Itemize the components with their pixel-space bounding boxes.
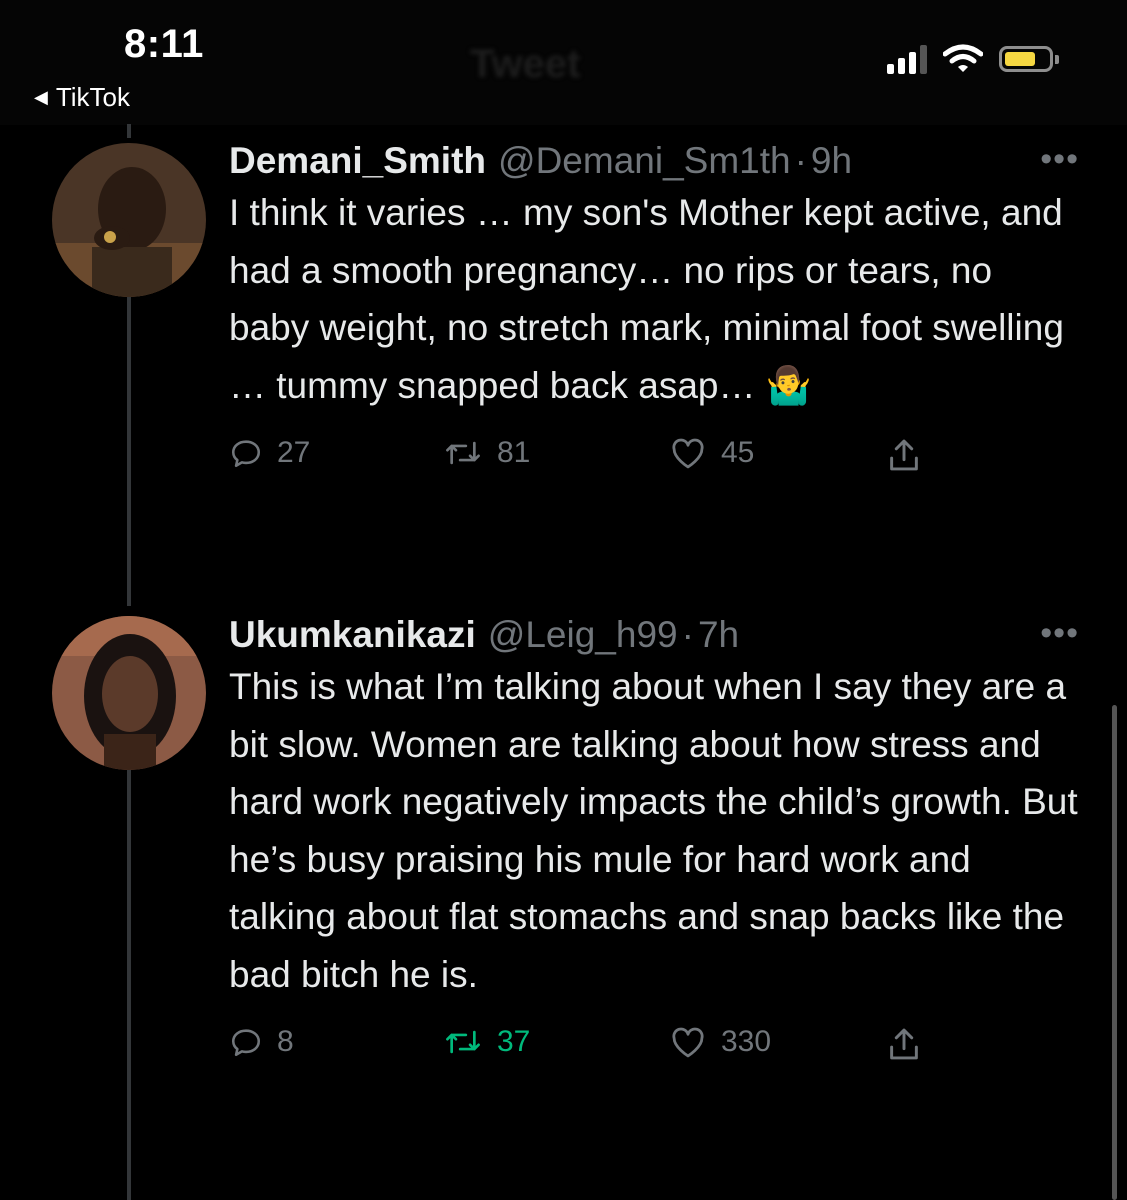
retweet-button[interactable]: 37 [443, 1025, 530, 1059]
handle[interactable]: @Demani_Sm1th [498, 140, 791, 182]
page-title: Tweet [470, 42, 581, 86]
separator-dot: · [681, 614, 694, 655]
timestamp[interactable]: 9h [811, 140, 852, 182]
thread-line [127, 758, 131, 1200]
cellular-signal-icon [887, 44, 927, 74]
scrollbar[interactable] [1112, 705, 1117, 1200]
avatar[interactable] [52, 616, 206, 770]
like-button[interactable]: 330 [669, 1025, 771, 1059]
more-icon[interactable]: ••• [1040, 614, 1079, 653]
thread-line [127, 296, 131, 606]
reply-count: 27 [277, 436, 311, 469]
avatar[interactable] [52, 143, 206, 297]
tweet-header: Ukumkanikazi @Leig_h99 · 7h [229, 614, 1079, 656]
share-icon [890, 439, 918, 471]
thread-line [127, 124, 131, 138]
back-to-app-button[interactable]: ◀ TikTok [34, 82, 130, 113]
retweet-count: 81 [497, 436, 531, 469]
tweet-text: I think it varies … my son's Mother kept… [229, 192, 1064, 406]
status-bar: 8:11 ◀ TikTok Tweet [0, 0, 1127, 125]
tweet-actions: 8 37 330 [229, 1025, 1079, 1075]
tweet[interactable]: Ukumkanikazi @Leig_h99 · 7h ••• This is … [229, 614, 1079, 1075]
reply-icon [231, 440, 261, 468]
reply-button[interactable]: 8 [229, 1025, 294, 1059]
retweet-button[interactable]: 81 [443, 436, 530, 470]
display-name[interactable]: Demani_Smith [229, 140, 486, 182]
retweet-icon [446, 1030, 480, 1054]
reply-icon [231, 1029, 261, 1057]
tweet[interactable]: Demani_Smith @Demani_Sm1th · 9h ••• I th… [229, 140, 1079, 486]
timestamp[interactable]: 7h [698, 614, 739, 656]
more-icon[interactable]: ••• [1040, 140, 1079, 179]
heart-icon [672, 438, 704, 469]
like-button[interactable]: 45 [669, 436, 754, 470]
tweet-actions: 27 81 45 [229, 436, 1079, 486]
tweet-header: Demani_Smith @Demani_Sm1th · 9h [229, 140, 1079, 182]
display-name[interactable]: Ukumkanikazi [229, 614, 476, 656]
separator-dot: · [794, 140, 807, 181]
back-arrow-icon: ◀ [34, 87, 48, 107]
like-count: 45 [721, 436, 755, 469]
battery-icon [999, 46, 1059, 72]
like-count: 330 [721, 1025, 772, 1058]
status-icons [887, 44, 1059, 74]
share-icon [890, 1028, 918, 1060]
handle[interactable]: @Leig_h99 [488, 614, 678, 656]
share-button[interactable] [887, 436, 921, 474]
retweet-count: 37 [497, 1025, 531, 1058]
reply-button[interactable]: 27 [229, 436, 310, 470]
wifi-icon [943, 44, 983, 72]
share-button[interactable] [887, 1025, 921, 1063]
clock: 8:11 [124, 22, 204, 66]
tweet-text: This is what I’m talking about when I sa… [229, 666, 1078, 995]
heart-icon [672, 1027, 704, 1058]
reply-count: 8 [277, 1025, 294, 1058]
retweet-icon [446, 441, 480, 465]
back-app-label: TikTok [55, 82, 130, 112]
